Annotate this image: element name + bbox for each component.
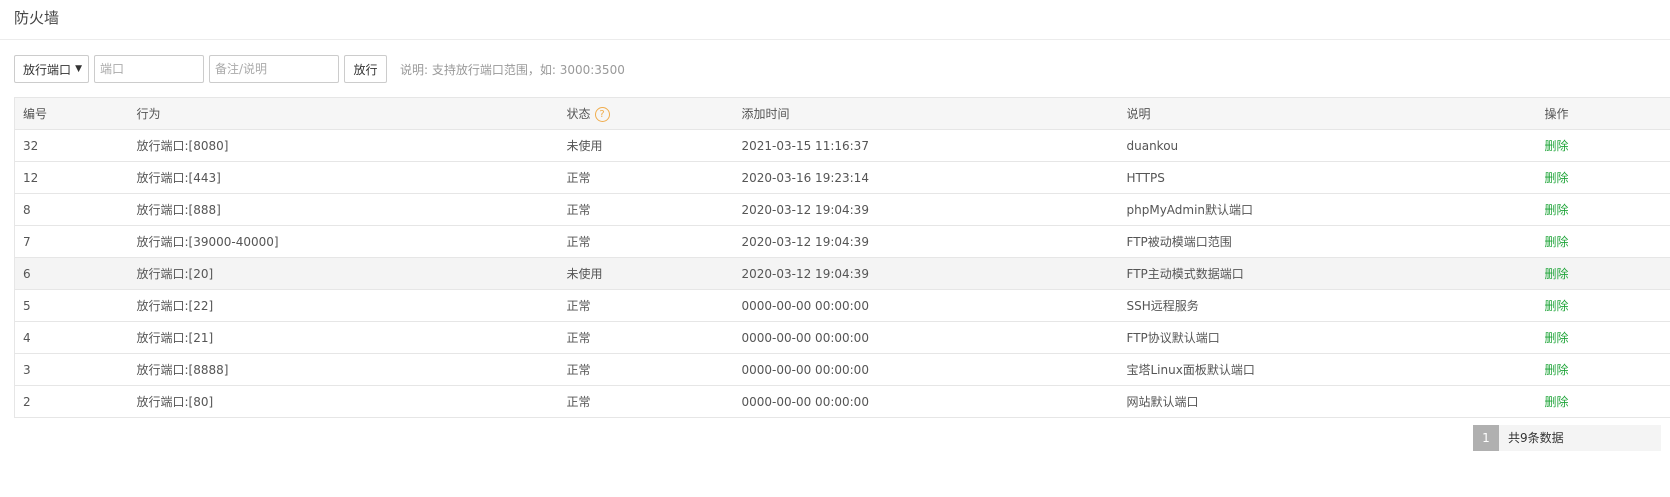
table-row: 12 放行端口:[443] 正常 2020-03-16 19:23:14 HTT… — [14, 161, 1670, 194]
delete-link[interactable]: 删除 — [1545, 363, 1569, 377]
cell-op: 删除 — [1536, 289, 1670, 322]
cell-id: 6 — [14, 257, 129, 290]
cell-note: FTP主动模式数据端口 — [1118, 257, 1537, 290]
cell-note: duankou — [1118, 129, 1537, 162]
cell-id: 3 — [14, 353, 129, 386]
table-row: 6 放行端口:[20] 未使用 2020-03-12 19:04:39 FTP主… — [14, 257, 1670, 290]
cell-status: 正常 — [558, 289, 734, 322]
cell-id: 2 — [14, 385, 129, 418]
cell-op: 删除 — [1536, 193, 1670, 226]
cell-time: 2020-03-12 19:04:39 — [733, 193, 1119, 226]
cell-time: 2021-03-15 11:16:37 — [733, 129, 1119, 162]
cell-time: 0000-00-00 00:00:00 — [733, 321, 1119, 354]
cell-status: 正常 — [558, 385, 734, 418]
toolbar-hint: 说明: 支持放行端口范围，如: 3000:3500 — [400, 62, 625, 77]
cell-status: 正常 — [558, 225, 734, 258]
page-title: 防火墙 — [14, 9, 60, 27]
port-input[interactable] — [94, 55, 204, 83]
cell-note: 宝塔Linux面板默认端口 — [1118, 353, 1537, 386]
table-row: 8 放行端口:[888] 正常 2020-03-12 19:04:39 phpM… — [14, 193, 1670, 226]
page-header: 防火墙 — [0, 0, 1670, 40]
delete-link[interactable]: 删除 — [1545, 299, 1569, 313]
cell-time: 0000-00-00 00:00:00 — [733, 385, 1119, 418]
table-row: 7 放行端口:[39000-40000] 正常 2020-03-12 19:04… — [14, 225, 1670, 258]
delete-link[interactable]: 删除 — [1545, 139, 1569, 153]
cell-id: 4 — [14, 321, 129, 354]
delete-link[interactable]: 删除 — [1545, 395, 1569, 409]
cell-time: 2020-03-16 19:23:14 — [733, 161, 1119, 194]
delete-link[interactable]: 删除 — [1545, 203, 1569, 217]
cell-status: 未使用 — [558, 257, 734, 290]
firewall-table-wrapper: 编号 行为 状态? 添加时间 说明 操作 32 放行端口:[8080] 未使用 … — [14, 97, 1670, 418]
rule-type-select-value: 放行端口 — [23, 62, 72, 77]
cell-status: 正常 — [558, 321, 734, 354]
table-header-row: 编号 行为 状态? 添加时间 说明 操作 — [14, 97, 1670, 130]
chevron-down-icon: ▼ — [75, 64, 82, 74]
note-input[interactable] — [209, 55, 339, 83]
pagination-total: 共9条数据 — [1499, 425, 1661, 451]
cell-action: 放行端口:[22] — [128, 289, 559, 322]
allow-port-button[interactable]: 放行 — [344, 55, 387, 83]
cell-id: 8 — [14, 193, 129, 226]
cell-action: 放行端口:[39000-40000] — [128, 225, 559, 258]
table-row: 4 放行端口:[21] 正常 0000-00-00 00:00:00 FTP协议… — [14, 321, 1670, 354]
cell-note: FTP协议默认端口 — [1118, 321, 1537, 354]
cell-note: FTP被动模端口范围 — [1118, 225, 1537, 258]
cell-action: 放行端口:[20] — [128, 257, 559, 290]
column-header-action: 行为 — [128, 97, 559, 130]
cell-op: 删除 — [1536, 353, 1670, 386]
cell-time: 2020-03-12 19:04:39 — [733, 225, 1119, 258]
rule-type-select[interactable]: 放行端口 ▼ — [14, 55, 89, 83]
cell-time: 0000-00-00 00:00:00 — [733, 353, 1119, 386]
pagination: 1 共9条数据 — [1473, 425, 1661, 451]
cell-action: 放行端口:[8888] — [128, 353, 559, 386]
cell-op: 删除 — [1536, 321, 1670, 354]
column-header-time: 添加时间 — [733, 97, 1119, 130]
page-1-button[interactable]: 1 — [1473, 425, 1499, 451]
cell-id: 7 — [14, 225, 129, 258]
cell-op: 删除 — [1536, 225, 1670, 258]
cell-note: HTTPS — [1118, 161, 1537, 194]
delete-link[interactable]: 删除 — [1545, 331, 1569, 345]
column-header-status-label: 状态 — [566, 107, 591, 121]
cell-status: 正常 — [558, 193, 734, 226]
table-row: 32 放行端口:[8080] 未使用 2021-03-15 11:16:37 d… — [14, 129, 1670, 162]
cell-note: SSH远程服务 — [1118, 289, 1537, 322]
cell-action: 放行端口:[80] — [128, 385, 559, 418]
cell-time: 2020-03-12 19:04:39 — [733, 257, 1119, 290]
column-header-op: 操作 — [1536, 97, 1670, 130]
cell-op: 删除 — [1536, 129, 1670, 162]
cell-note: phpMyAdmin默认端口 — [1118, 193, 1537, 226]
cell-id: 32 — [14, 129, 129, 162]
cell-action: 放行端口:[443] — [128, 161, 559, 194]
cell-note: 网站默认端口 — [1118, 385, 1537, 418]
table-row: 5 放行端口:[22] 正常 0000-00-00 00:00:00 SSH远程… — [14, 289, 1670, 322]
cell-time: 0000-00-00 00:00:00 — [733, 289, 1119, 322]
column-header-id: 编号 — [14, 97, 129, 130]
cell-op: 删除 — [1536, 385, 1670, 418]
help-icon[interactable]: ? — [594, 107, 610, 122]
delete-link[interactable]: 删除 — [1545, 235, 1569, 249]
cell-action: 放行端口:[8080] — [128, 129, 559, 162]
cell-status: 正常 — [558, 353, 734, 386]
delete-link[interactable]: 删除 — [1545, 171, 1569, 185]
cell-action: 放行端口:[888] — [128, 193, 559, 226]
cell-id: 5 — [14, 289, 129, 322]
table-row: 2 放行端口:[80] 正常 0000-00-00 00:00:00 网站默认端… — [14, 385, 1670, 418]
firewall-toolbar: 放行端口 ▼ 放行 说明: 支持放行端口范围，如: 3000:3500 — [14, 55, 625, 83]
delete-link[interactable]: 删除 — [1545, 267, 1569, 281]
cell-action: 放行端口:[21] — [128, 321, 559, 354]
cell-id: 12 — [14, 161, 129, 194]
table-row: 3 放行端口:[8888] 正常 0000-00-00 00:00:00 宝塔L… — [14, 353, 1670, 386]
cell-status: 正常 — [558, 161, 734, 194]
firewall-table: 编号 行为 状态? 添加时间 说明 操作 32 放行端口:[8080] 未使用 … — [14, 97, 1670, 418]
cell-op: 删除 — [1536, 161, 1670, 194]
cell-op: 删除 — [1536, 257, 1670, 290]
column-header-status: 状态? — [558, 97, 734, 130]
column-header-note: 说明 — [1118, 97, 1537, 130]
cell-status: 未使用 — [558, 129, 734, 162]
